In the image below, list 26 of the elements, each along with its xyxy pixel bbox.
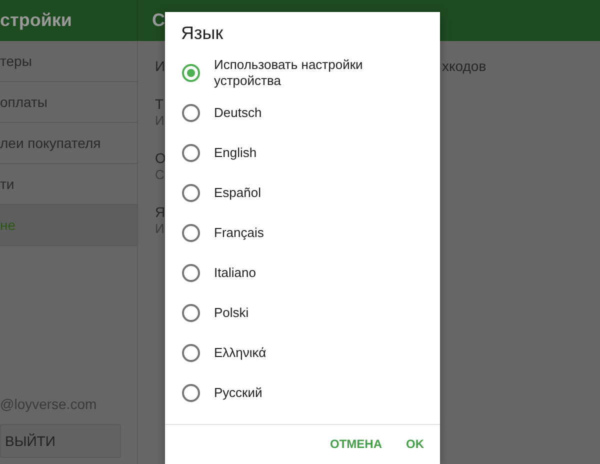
option-label[interactable]: Français [214,225,409,241]
radio-button[interactable] [182,104,200,122]
option-label[interactable]: Italiano [214,265,409,281]
setting-title: О [155,149,166,167]
option-label[interactable]: Русский [214,385,409,401]
app-bar-title: стройки [0,0,138,41]
radio-button[interactable] [182,144,200,162]
radio-button[interactable] [182,304,200,322]
setting-title: И [155,57,166,75]
radio-button[interactable] [182,384,200,402]
option-label[interactable]: Deutsch [214,105,409,121]
radio-button[interactable] [182,344,200,362]
setting-title: хкодов [442,57,488,75]
option-label[interactable]: Español [214,185,409,201]
option-label[interactable]: English [214,145,409,161]
setting-title: Т [155,95,164,113]
section-title: С [151,10,165,31]
radio-button[interactable] [182,64,200,82]
setting-title: Я [155,203,166,221]
radio-button[interactable] [182,224,200,242]
radio-button[interactable] [182,264,200,282]
dialog-title: Язык [180,22,224,44]
option-label[interactable]: Использовать настройки устройства [214,57,409,89]
radio-button[interactable] [182,184,200,202]
option-label[interactable]: Ελληνικά [214,345,409,361]
option-label[interactable]: Polski [214,305,409,321]
